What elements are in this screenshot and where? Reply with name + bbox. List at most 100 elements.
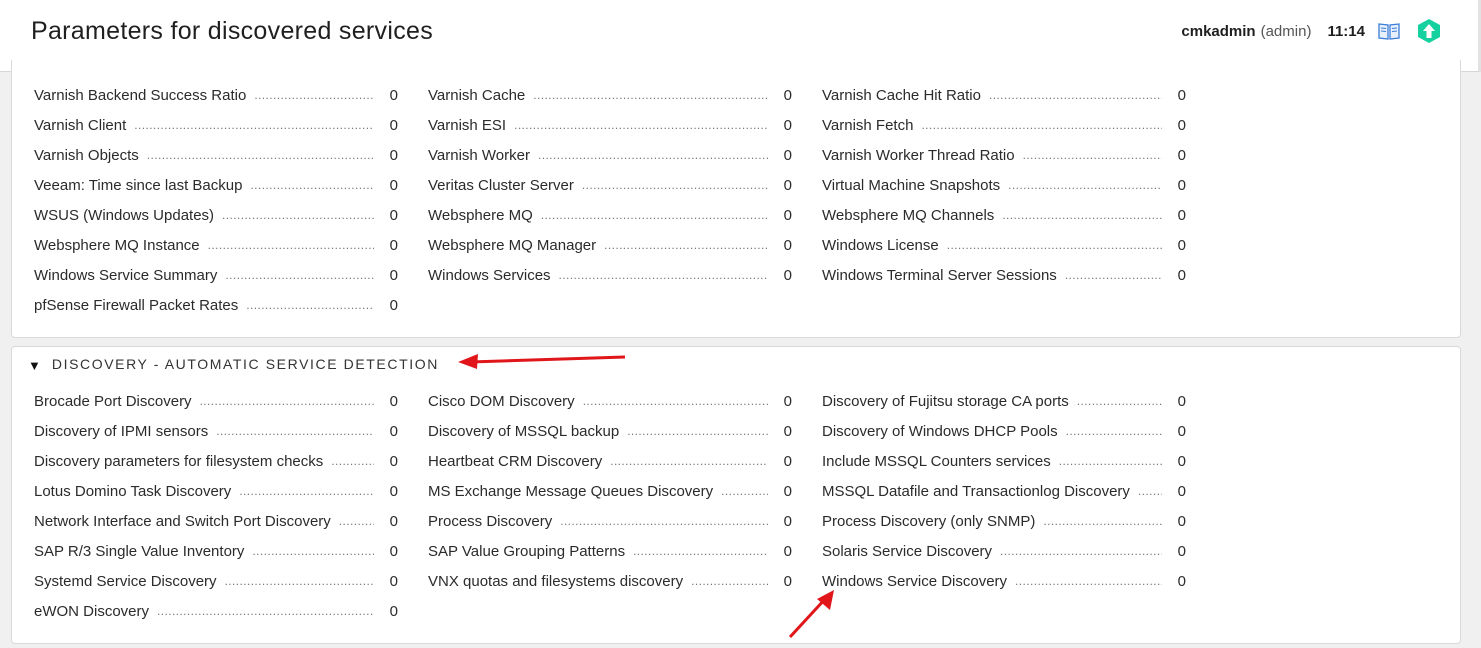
ruleset-label[interactable]: Discovery of Fujitsu storage CA ports	[822, 393, 1077, 410]
ruleset-label[interactable]: SAP R/3 Single Value Inventory	[34, 543, 252, 560]
dot-leader	[633, 544, 768, 558]
ruleset-varnish-cache-hit-ratio[interactable]: Varnish Cache Hit Ratio 0	[822, 87, 1186, 104]
ruleset-pfsense-firewall-packet-rates[interactable]: pfSense Firewall Packet Rates 0	[34, 297, 398, 314]
ruleset-label[interactable]: Varnish Fetch	[822, 117, 921, 134]
ruleset-ms-exchange-message-queues-discovery[interactable]: MS Exchange Message Queues Discovery 0	[428, 483, 792, 500]
ruleset-label[interactable]: Websphere MQ Manager	[428, 237, 604, 254]
ruleset-vnx-quotas-and-filesystems-discovery[interactable]: VNX quotas and filesystems discovery 0	[428, 573, 792, 590]
dot-leader	[246, 298, 374, 312]
ruleset-row: eWON Discovery 0	[34, 596, 1216, 626]
ruleset-label[interactable]: Include MSSQL Counters services	[822, 453, 1059, 470]
ruleset-veeam-time-since-last-backup[interactable]: Veeam: Time since last Backup 0	[34, 177, 398, 194]
triangle-down-icon[interactable]: ▼	[28, 358, 41, 373]
ruleset-cisco-dom-discovery[interactable]: Cisco DOM Discovery 0	[428, 393, 792, 410]
ruleset-varnish-esi[interactable]: Varnish ESI 0	[428, 117, 792, 134]
ruleset-label[interactable]: SAP Value Grouping Patterns	[428, 543, 633, 560]
dot-leader	[538, 148, 768, 162]
ruleset-veritas-cluster-server[interactable]: Veritas Cluster Server 0	[428, 177, 792, 194]
ruleset-discovery-of-ipmi-sensors[interactable]: Discovery of IPMI sensors 0	[34, 423, 398, 440]
ruleset-label[interactable]: WSUS (Windows Updates)	[34, 207, 222, 224]
ruleset-sap-value-grouping-patterns[interactable]: SAP Value Grouping Patterns 0	[428, 543, 792, 560]
ruleset-virtual-machine-snapshots[interactable]: Virtual Machine Snapshots 0	[822, 177, 1186, 194]
ruleset-varnish-objects[interactable]: Varnish Objects 0	[34, 147, 398, 164]
ruleset-lotus-domino-task-discovery[interactable]: Lotus Domino Task Discovery 0	[34, 483, 398, 500]
ruleset-label[interactable]: Windows Service Summary	[34, 267, 225, 284]
ruleset-label[interactable]: Discovery of IPMI sensors	[34, 423, 216, 440]
ruleset-label[interactable]: Virtual Machine Snapshots	[822, 177, 1008, 194]
ruleset-systemd-service-discovery[interactable]: Systemd Service Discovery 0	[34, 573, 398, 590]
ruleset-label[interactable]: Process Discovery (only SNMP)	[822, 513, 1043, 530]
ruleset-label[interactable]: Varnish Cache Hit Ratio	[822, 87, 989, 104]
ruleset-label[interactable]: Windows Services	[428, 267, 559, 284]
ruleset-label[interactable]: Varnish Client	[34, 117, 134, 134]
ruleset-label[interactable]: Systemd Service Discovery	[34, 573, 225, 590]
ruleset-label[interactable]: pfSense Firewall Packet Rates	[34, 297, 246, 314]
ruleset-label[interactable]: Process Discovery	[428, 513, 560, 530]
ruleset-label[interactable]: Varnish Cache	[428, 87, 533, 104]
ruleset-wsus-windows-updates[interactable]: WSUS (Windows Updates) 0	[34, 207, 398, 224]
ruleset-label[interactable]: Windows Terminal Server Sessions	[822, 267, 1065, 284]
ruleset-discovery-of-windows-dhcp-pools[interactable]: Discovery of Windows DHCP Pools 0	[822, 423, 1186, 440]
ruleset-include-mssql-counters-services[interactable]: Include MSSQL Counters services 0	[822, 453, 1186, 470]
username[interactable]: cmkadmin	[1181, 23, 1255, 40]
rule-count: 0	[783, 176, 792, 194]
ruleset-network-interface-and-switch-port-discovery[interactable]: Network Interface and Switch Port Discov…	[34, 513, 398, 530]
ruleset-label[interactable]: Lotus Domino Task Discovery	[34, 483, 239, 500]
ruleset-discovery-parameters-for-filesystem-checks[interactable]: Discovery parameters for filesystem chec…	[34, 453, 398, 470]
ruleset-label[interactable]: Websphere MQ	[428, 207, 541, 224]
ruleset-label[interactable]: Websphere MQ Channels	[822, 207, 1002, 224]
ruleset-label[interactable]: Veeam: Time since last Backup	[34, 177, 250, 194]
ruleset-label[interactable]: Cisco DOM Discovery	[428, 393, 583, 410]
ruleset-label[interactable]: Windows Service Discovery	[822, 573, 1015, 590]
ruleset-label[interactable]: MS Exchange Message Queues Discovery	[428, 483, 721, 500]
ruleset-solaris-service-discovery[interactable]: Solaris Service Discovery 0	[822, 543, 1186, 560]
ruleset-label[interactable]: Network Interface and Switch Port Discov…	[34, 513, 339, 530]
ruleset-brocade-port-discovery[interactable]: Brocade Port Discovery 0	[34, 393, 398, 410]
ruleset-label[interactable]: Windows License	[822, 237, 947, 254]
ruleset-windows-services[interactable]: Windows Services 0	[428, 267, 792, 284]
ruleset-label[interactable]: Varnish Objects	[34, 147, 147, 164]
ruleset-discovery-of-mssql-backup[interactable]: Discovery of MSSQL backup 0	[428, 423, 792, 440]
ruleset-ewon-discovery[interactable]: eWON Discovery 0	[34, 603, 398, 620]
ruleset-varnish-fetch[interactable]: Varnish Fetch 0	[822, 117, 1186, 134]
ruleset-label[interactable]: Heartbeat CRM Discovery	[428, 453, 610, 470]
ruleset-label[interactable]: Websphere MQ Instance	[34, 237, 208, 254]
ruleset-label[interactable]: MSSQL Datafile and Transactionlog Discov…	[822, 483, 1138, 500]
ruleset-sap-r-3-single-value-inventory[interactable]: SAP R/3 Single Value Inventory 0	[34, 543, 398, 560]
ruleset-heartbeat-crm-discovery[interactable]: Heartbeat CRM Discovery 0	[428, 453, 792, 470]
ruleset-varnish-worker[interactable]: Varnish Worker 0	[428, 147, 792, 164]
ruleset-websphere-mq-manager[interactable]: Websphere MQ Manager 0	[428, 237, 792, 254]
ruleset-process-discovery[interactable]: Process Discovery 0	[428, 513, 792, 530]
ruleset-discovery-of-fujitsu-storage-ca-ports[interactable]: Discovery of Fujitsu storage CA ports 0	[822, 393, 1186, 410]
ruleset-websphere-mq[interactable]: Websphere MQ 0	[428, 207, 792, 224]
ruleset-process-discovery-only-snmp[interactable]: Process Discovery (only SNMP) 0	[822, 513, 1186, 530]
ruleset-windows-terminal-server-sessions[interactable]: Windows Terminal Server Sessions 0	[822, 267, 1186, 284]
ruleset-label[interactable]: Discovery parameters for filesystem chec…	[34, 453, 331, 470]
ruleset-windows-service-summary[interactable]: Windows Service Summary 0	[34, 267, 398, 284]
ruleset-mssql-datafile-and-transactionlog-discovery[interactable]: MSSQL Datafile and Transactionlog Discov…	[822, 483, 1186, 500]
ruleset-websphere-mq-instance[interactable]: Websphere MQ Instance 0	[34, 237, 398, 254]
ruleset-label[interactable]: VNX quotas and filesystems discovery	[428, 573, 691, 590]
rule-count: 0	[1177, 86, 1186, 104]
ruleset-label[interactable]: Discovery of MSSQL backup	[428, 423, 627, 440]
book-icon[interactable]	[1378, 21, 1400, 41]
ruleset-label[interactable]: Varnish ESI	[428, 117, 514, 134]
ruleset-varnish-cache[interactable]: Varnish Cache 0	[428, 87, 792, 104]
rule-count: 0	[1177, 146, 1186, 164]
ruleset-windows-license[interactable]: Windows License 0	[822, 237, 1186, 254]
ruleset-label[interactable]: Varnish Worker	[428, 147, 538, 164]
ruleset-varnish-backend-success-ratio[interactable]: Varnish Backend Success Ratio 0	[34, 87, 398, 104]
ruleset-label[interactable]: Varnish Backend Success Ratio	[34, 87, 254, 104]
ruleset-label[interactable]: Solaris Service Discovery	[822, 543, 1000, 560]
ruleset-varnish-client[interactable]: Varnish Client 0	[34, 117, 398, 134]
ruleset-label[interactable]: Brocade Port Discovery	[34, 393, 200, 410]
ruleset-varnish-worker-thread-ratio[interactable]: Varnish Worker Thread Ratio 0	[822, 147, 1186, 164]
ruleset-websphere-mq-channels[interactable]: Websphere MQ Channels 0	[822, 207, 1186, 224]
ruleset-label[interactable]: Varnish Worker Thread Ratio	[822, 147, 1023, 164]
ruleset-windows-service-discovery[interactable]: Windows Service Discovery 0	[822, 573, 1186, 590]
discovery-section-header[interactable]: ▼ DISCOVERY - AUTOMATIC SERVICE DETECTIO…	[28, 355, 439, 373]
ruleset-label[interactable]: Discovery of Windows DHCP Pools	[822, 423, 1066, 440]
ruleset-label[interactable]: eWON Discovery	[34, 603, 157, 620]
checkmk-logo-icon[interactable]	[1416, 18, 1442, 44]
ruleset-label[interactable]: Veritas Cluster Server	[428, 177, 582, 194]
